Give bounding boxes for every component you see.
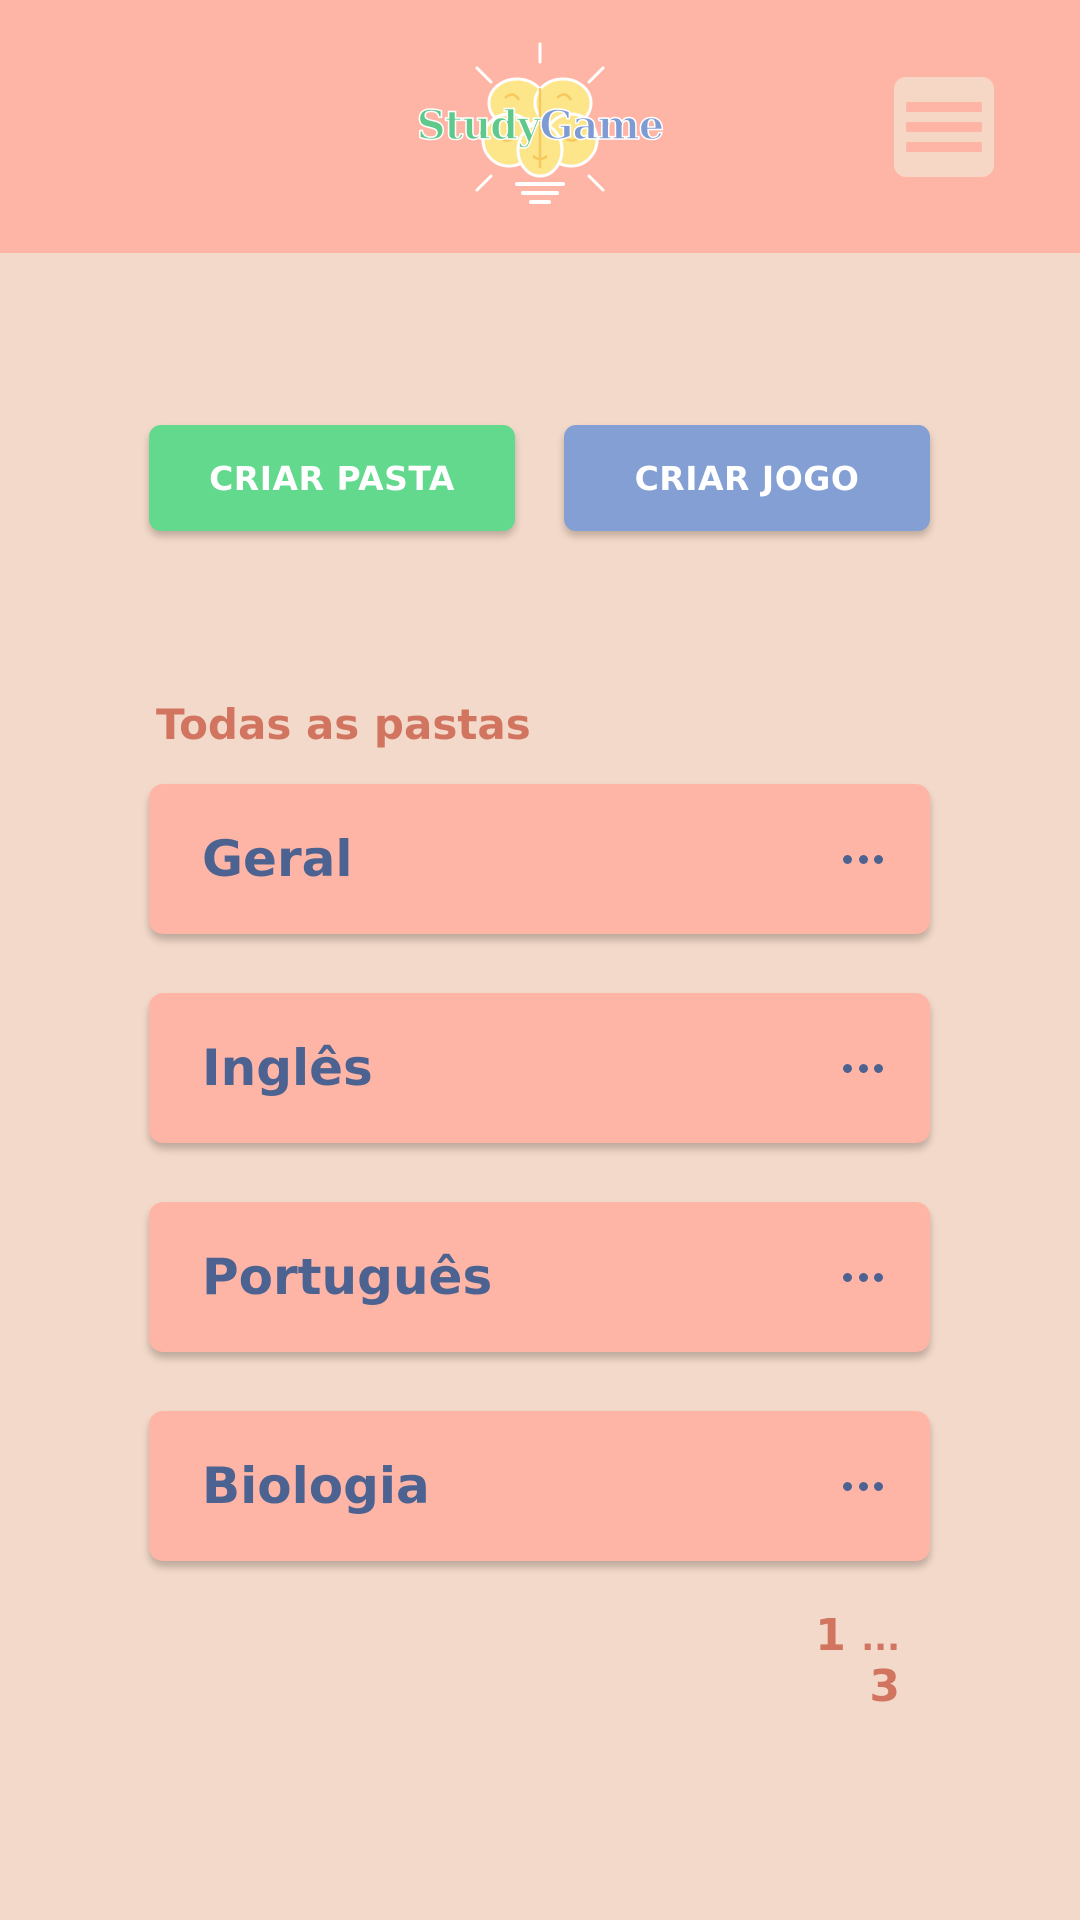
folder-item-biologia[interactable]: Biologia (149, 1411, 930, 1561)
page-ellipsis: ... (861, 1619, 900, 1659)
folder-name: Biologia (202, 1457, 430, 1515)
logo-game-text: Game (539, 101, 665, 150)
page-current[interactable]: 1 (815, 1610, 846, 1661)
folder-name: Geral (202, 830, 353, 888)
more-options-icon[interactable] (843, 1478, 883, 1494)
logo-study-text: Study (416, 101, 541, 150)
pagination: 1 ... 3 (780, 1610, 900, 1712)
studygame-logo[interactable]: StudyGame (405, 38, 675, 218)
logo-wordmark: StudyGame (405, 101, 675, 150)
app-header: StudyGame (0, 0, 1080, 253)
more-options-icon[interactable] (843, 851, 883, 867)
folder-item-geral[interactable]: Geral (149, 784, 930, 934)
hamburger-menu-icon (906, 102, 982, 152)
page-last[interactable]: 3 (869, 1661, 900, 1712)
section-title: Todas as pastas (156, 700, 531, 749)
folder-item-ingles[interactable]: Inglês (149, 993, 930, 1143)
more-options-icon[interactable] (843, 1060, 883, 1076)
more-options-icon[interactable] (843, 1269, 883, 1285)
create-game-button[interactable]: CRIAR JOGO (564, 425, 930, 531)
folder-name: Português (202, 1248, 493, 1306)
create-folder-button[interactable]: CRIAR PASTA (149, 425, 515, 531)
folder-item-portugues[interactable]: Português (149, 1202, 930, 1352)
folder-name: Inglês (202, 1039, 373, 1097)
hamburger-menu-button[interactable] (894, 77, 994, 177)
